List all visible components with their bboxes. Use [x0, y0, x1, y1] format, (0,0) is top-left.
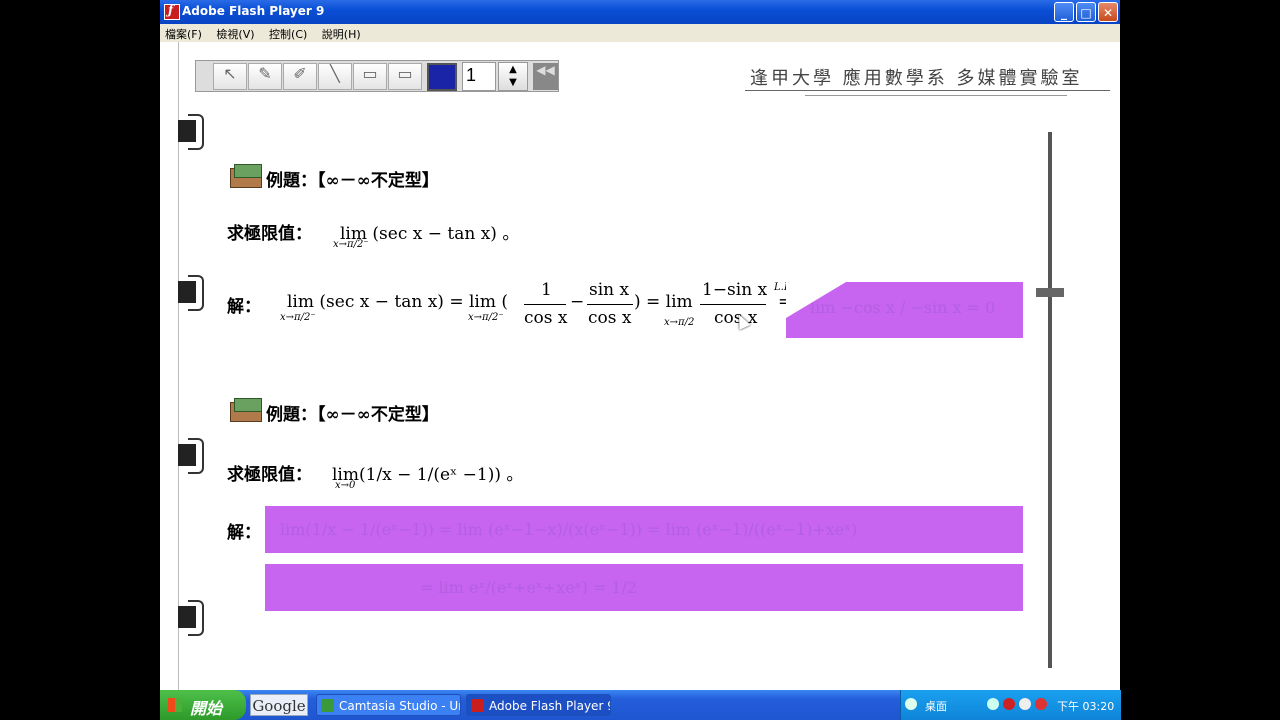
- example-1-question-prefix: 求極限值：: [227, 224, 312, 244]
- clear-eraser-icon[interactable]: ▭: [388, 63, 422, 90]
- menu-view[interactable]: 檢視(V): [211, 24, 260, 42]
- header-divider: [805, 95, 1067, 96]
- minimize-button[interactable]: _: [1054, 2, 1074, 22]
- binder-ring: [178, 275, 204, 311]
- line-icon[interactable]: ╲: [318, 63, 352, 90]
- fraction-numerator: 1−sin x: [702, 280, 768, 300]
- fraction-bar: [700, 304, 766, 305]
- equals-lim: ) = lim: [634, 292, 693, 312]
- binder-ring: [178, 438, 204, 474]
- pencil-icon[interactable]: ✎: [248, 63, 282, 90]
- binder-ring: [178, 600, 204, 636]
- example-2-question-math: lim(1/x − 1/(eˣ −1)) 。: [332, 465, 524, 485]
- flash-player-window: Adobe Flash Player 9 _ □ ✕ 檔案(F) 檢視(V) 控…: [160, 0, 1120, 720]
- fraction-numerator: 1: [541, 280, 552, 300]
- menu-file[interactable]: 檔案(F): [160, 24, 208, 42]
- fraction-denominator: cos x: [588, 308, 632, 328]
- taskbar-item-flash[interactable]: Adobe Flash Player 9: [466, 694, 611, 716]
- example-1-solution-label: 解：: [227, 297, 261, 317]
- back-icon[interactable]: [987, 698, 999, 710]
- example-1-label: 例題：【∞－∞不定型】: [266, 171, 439, 191]
- hidden-answer: lim(1/x − 1/(eˣ−1)) = lim (eˣ−1−x)/(x(eˣ…: [280, 520, 858, 539]
- binder-ring: [178, 114, 204, 150]
- clock: 下午 03:20: [1057, 700, 1115, 713]
- pen-size-input[interactable]: 1: [462, 62, 496, 91]
- taskbar-item-label: Adobe Flash Player 9: [489, 699, 611, 713]
- vertical-scroll-track[interactable]: [1048, 132, 1052, 668]
- example-icon: [228, 164, 264, 190]
- desktop-toolbar[interactable]: 桌面: [925, 698, 947, 714]
- flash-icon: [471, 699, 484, 712]
- google-toolbar[interactable]: Google: [250, 694, 308, 716]
- menu-bar: 檔案(F) 檢視(V) 控制(C) 說明(H): [160, 24, 1120, 42]
- limit-subscript: x→0: [335, 480, 356, 491]
- fraction-bar: [587, 304, 633, 305]
- pen-size-stepper[interactable]: ▲ ▼: [498, 62, 528, 91]
- record-icon[interactable]: [1003, 698, 1015, 710]
- eraser-icon[interactable]: ▭: [353, 63, 387, 90]
- minus-sign: −: [570, 292, 585, 312]
- keyboard-icon[interactable]: [905, 698, 917, 710]
- lab-header: 逢甲大學 應用數學系 多媒體實驗室: [750, 68, 1083, 89]
- drawing-toolbar: ↖ ✎ ✐ ╲ ▭ ▭ 1 ▲ ▼ ◀◀: [195, 60, 559, 92]
- fraction-denominator: cos x: [524, 308, 568, 328]
- camtasia-icon: [321, 699, 334, 712]
- vertical-scroll-thumb[interactable]: [1036, 288, 1064, 297]
- taskbar-item-camtasia[interactable]: Camtasia Studio - Unti...: [316, 694, 461, 716]
- window-title: Adobe Flash Player 9: [182, 4, 325, 18]
- start-button[interactable]: 開始: [160, 690, 246, 720]
- pointer-icon[interactable]: ↖: [213, 63, 247, 90]
- flash-app-icon: [164, 3, 180, 20]
- example-2-question-prefix: 求極限值：: [227, 465, 312, 485]
- taskbar-item-label: Camtasia Studio - Unti...: [339, 699, 460, 713]
- antivirus-icon[interactable]: [1035, 698, 1047, 710]
- hidden-answer: = lim eˣ/(eˣ+eˣ+xeˣ) = 1/2: [420, 578, 638, 597]
- limit-subscript: x→π/2: [664, 317, 695, 328]
- example-2-label: 例題：【∞－∞不定型】: [266, 405, 439, 425]
- example-2-solution-label: 解：: [227, 523, 261, 543]
- pen-color-picker[interactable]: [427, 63, 457, 91]
- rewind-icon[interactable]: ◀◀: [533, 63, 558, 90]
- example-1-question-subscript: x→π/2⁻: [333, 239, 369, 250]
- title-bar[interactable]: Adobe Flash Player 9 _ □ ✕: [160, 0, 1120, 24]
- limit-subscript: x→π/2⁻: [280, 312, 316, 323]
- brush-icon[interactable]: ✐: [283, 63, 317, 90]
- menu-help[interactable]: 說明(H): [317, 24, 367, 42]
- taskbar: 開始 Google Camtasia Studio - Unti... Adob…: [160, 690, 1121, 720]
- header-divider: [745, 90, 1110, 91]
- network-icon[interactable]: [1019, 698, 1031, 710]
- close-button[interactable]: ✕: [1098, 2, 1118, 22]
- fraction-numerator: sin x: [589, 280, 630, 300]
- start-label: 開始: [190, 699, 223, 718]
- example-icon: [228, 398, 264, 424]
- flash-stage: ↖ ✎ ✐ ╲ ▭ ▭ 1 ▲ ▼ ◀◀ 逢甲大學 應用數學系 多媒體實驗室 例題…: [160, 42, 1120, 690]
- page-curl[interactable]: [786, 282, 846, 318]
- fraction-bar: [524, 304, 566, 305]
- example-1-solution-part1: lim (sec x − tan x) = lim (: [287, 292, 508, 312]
- reveal-cover[interactable]: [265, 564, 1023, 611]
- menu-control[interactable]: 控制(C): [264, 24, 313, 42]
- limit-subscript: x→π/2⁻: [468, 312, 504, 323]
- notebook-margin: [160, 42, 179, 690]
- maximize-button[interactable]: □: [1076, 2, 1096, 22]
- system-tray: 桌面 下午 03:20: [900, 690, 1121, 720]
- windows-logo-icon: [168, 698, 182, 712]
